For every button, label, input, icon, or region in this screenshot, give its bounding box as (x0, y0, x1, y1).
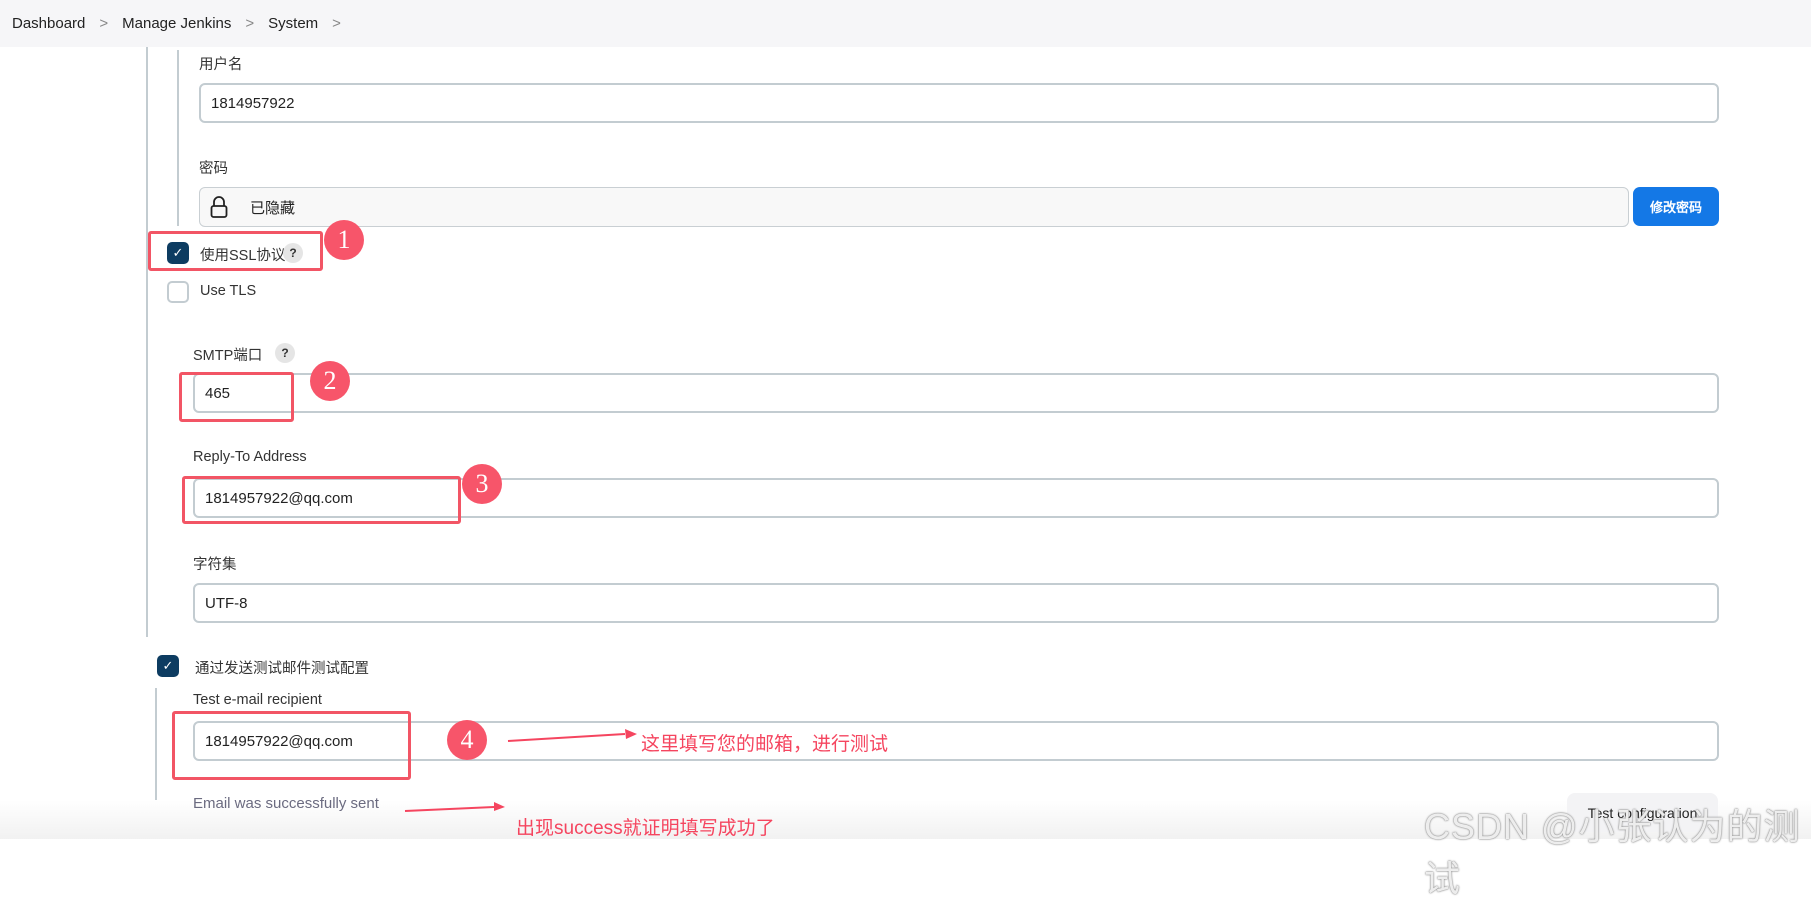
username-input[interactable]: 1814957922 (199, 83, 1719, 123)
annotation-arrow-icon (404, 802, 505, 812)
test-recipient-label: Test e-mail recipient (193, 692, 322, 708)
lock-icon (210, 195, 228, 223)
help-icon[interactable]: ? (275, 343, 295, 363)
chevron-right-icon[interactable]: > (332, 15, 341, 32)
annotation-arrow-icon (507, 729, 637, 742)
breadcrumb-dashboard[interactable]: Dashboard (12, 15, 85, 32)
breadcrumb: Dashboard > Manage Jenkins > System > (0, 0, 1811, 47)
reply-to-label: Reply-To Address (193, 449, 307, 465)
change-password-button[interactable]: 修改密码 (1633, 187, 1719, 226)
annotation-marker-3: 3 (462, 464, 502, 504)
password-hidden-text: 已隐藏 (250, 199, 296, 217)
annotation-marker-4: 4 (447, 720, 487, 760)
breadcrumb-manage-jenkins[interactable]: Manage Jenkins (122, 15, 231, 32)
annotation-note-success: 出现success就证明填写成功了 (516, 818, 775, 839)
smtp-port-input[interactable]: 465 (193, 373, 1719, 413)
annotation-note-recipient: 这里填写您的邮箱，进行测试 (641, 734, 889, 755)
charset-label: 字符集 (193, 557, 237, 573)
test-config-checkbox[interactable]: ✓ (157, 655, 179, 677)
test-recipient-input[interactable]: 1814957922@qq.com (193, 721, 1719, 761)
password-field[interactable]: 已隐藏 (199, 187, 1629, 227)
annotation-marker-2: 2 (310, 361, 350, 401)
breadcrumb-system[interactable]: System (268, 15, 318, 32)
auth-divider (177, 50, 179, 226)
username-label: 用户名 (199, 57, 243, 73)
test-config-label: 通过发送测试邮件测试配置 (195, 661, 369, 677)
section-divider (146, 47, 148, 637)
chevron-right-icon: > (99, 15, 109, 32)
annotation-box-4 (172, 711, 411, 780)
checkmark-icon: ✓ (162, 658, 174, 673)
annotation-marker-1: 1 (324, 220, 364, 260)
password-label: 密码 (199, 161, 228, 177)
tls-checkbox[interactable] (167, 281, 189, 303)
charset-input[interactable]: UTF-8 (193, 583, 1719, 623)
watermark: CSDN @小张认为的测试 (1424, 806, 1801, 899)
smtp-port-label: SMTP端口 (193, 348, 263, 364)
annotation-box-2 (179, 372, 294, 422)
annotation-box-1 (148, 231, 323, 271)
annotation-box-3 (182, 476, 461, 524)
chevron-right-icon: > (245, 15, 255, 32)
test-status-text: Email was successfully sent (193, 795, 379, 812)
tls-label: Use TLS (200, 283, 257, 299)
